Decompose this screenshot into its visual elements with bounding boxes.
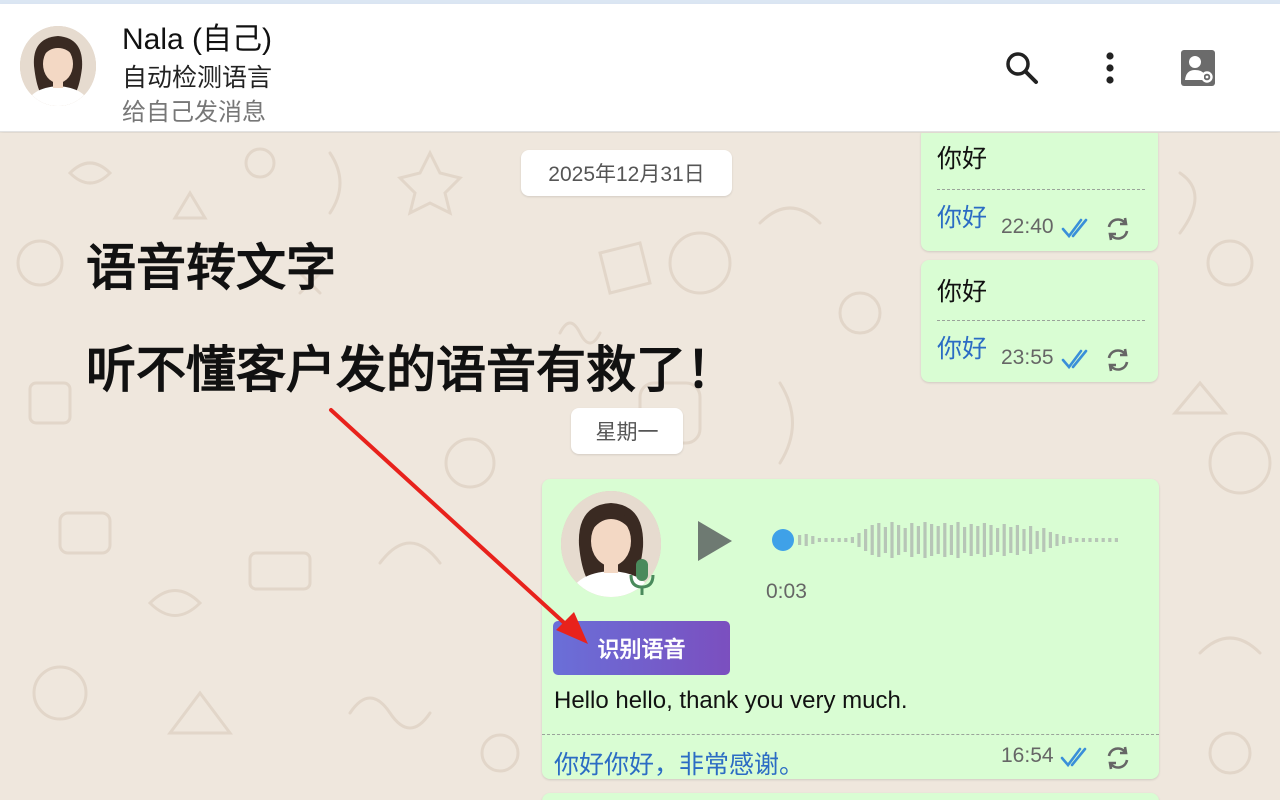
waveform-bar [877, 523, 881, 557]
waveform-bar [943, 523, 947, 557]
chat-hint: 给自己发消息 [122, 99, 266, 126]
waveform-bar [831, 538, 835, 542]
waveform-bar [923, 522, 927, 558]
waveform-bar [1114, 538, 1118, 542]
retranslate-icon[interactable] [1104, 215, 1132, 243]
chat-header: Nala (自己) 自动检测语言 给自己发消息 [0, 4, 1280, 132]
play-icon[interactable] [692, 517, 736, 565]
waveform-bar [936, 526, 940, 554]
waveform-bar [949, 525, 953, 555]
message-text: 你好 [937, 145, 988, 173]
waveform-bar [837, 538, 841, 542]
date-separator: 2025年12月31日 [521, 150, 732, 196]
waveform-bar [1101, 538, 1105, 542]
waveform-bar [1095, 538, 1099, 542]
language-mode[interactable]: 自动检测语言 [122, 58, 272, 94]
waveform-bar [897, 525, 901, 555]
waveform-bar [883, 527, 887, 553]
message-time: 23:55 [1001, 346, 1054, 369]
message-translation: 你好 [937, 335, 988, 363]
waveform-bar [1048, 532, 1052, 548]
waveform-bar [798, 535, 802, 545]
waveform-bar [1081, 538, 1085, 542]
search-icon[interactable] [1002, 48, 1042, 88]
translation-divider [937, 189, 1145, 190]
waveform-bar [1055, 534, 1059, 546]
message-translation: 你好 [937, 204, 988, 232]
waveform-bar [817, 538, 821, 542]
waveform-bar [916, 526, 920, 554]
read-tick-icon [1061, 218, 1088, 239]
contact-name: Nala (自己) [122, 23, 273, 56]
translation-divider [937, 320, 1145, 321]
contact-settings-icon[interactable] [1178, 48, 1218, 88]
recognize-voice-button[interactable]: 识别语音 [553, 621, 730, 675]
date-separator: 星期一 [571, 408, 683, 454]
waveform-bar [1035, 531, 1039, 549]
waveform-bar [864, 529, 868, 551]
waveform-bar [811, 536, 815, 544]
voice-duration: 0:03 [766, 580, 807, 603]
waveform-bar [850, 537, 854, 543]
waveform-bar [956, 522, 960, 558]
waveform-bar [857, 533, 861, 547]
retranslate-icon[interactable] [1104, 744, 1132, 772]
promo-subtitle: 听不懂客户发的语音有救了！ [86, 342, 736, 398]
message-text: 你好 [937, 278, 988, 306]
waveform-bar [969, 524, 973, 556]
promo-title: 语音转文字 [86, 240, 336, 296]
waveform-bar [982, 523, 986, 557]
translation-divider [542, 734, 1159, 735]
retranslate-icon[interactable] [1104, 346, 1132, 374]
message-time: 22:40 [1001, 215, 1054, 238]
read-tick-icon [1061, 349, 1088, 370]
waveform-bar [804, 534, 808, 546]
more-vert-icon[interactable] [1090, 48, 1130, 88]
waveform-bar [963, 527, 967, 553]
waveform-bar [910, 523, 914, 557]
waveform-bar [1022, 529, 1026, 551]
voice-waveform[interactable] [770, 519, 1120, 561]
waveform-bar [870, 525, 874, 555]
waveform-bar [890, 522, 894, 558]
contact-avatar[interactable] [20, 26, 96, 106]
message-bubble[interactable] [542, 793, 1159, 800]
waveform-bar [996, 528, 1000, 552]
waveform-bar [1068, 537, 1072, 543]
waveform-bar [930, 524, 934, 556]
waveform-bar [1108, 538, 1112, 542]
waveform-bar [976, 526, 980, 554]
message-bubble[interactable]: 你好 你好 22:40 [921, 133, 1158, 251]
waveform-bar [1009, 527, 1013, 553]
read-tick-icon [1060, 747, 1087, 768]
waveform-bar [1002, 524, 1006, 556]
waveform-bar [1088, 538, 1092, 542]
waveform-bar [1015, 525, 1019, 555]
waveform-bar [844, 538, 848, 542]
waveform-bar [989, 525, 993, 555]
voice-translation: 你好你好，非常感谢。 [554, 751, 805, 779]
waveform-bar [1062, 536, 1066, 544]
message-bubble[interactable]: 你好 你好 23:55 [921, 260, 1158, 382]
waveform-bar [1029, 526, 1033, 554]
waveform-bar [903, 528, 907, 552]
message-time: 16:54 [1001, 744, 1054, 767]
waveform-bar [824, 538, 828, 542]
waveform-bar [1042, 528, 1046, 552]
microphone-icon [629, 559, 655, 595]
waveform-bar [1075, 538, 1079, 542]
voice-transcript: Hello hello, thank you very much. [554, 687, 908, 714]
